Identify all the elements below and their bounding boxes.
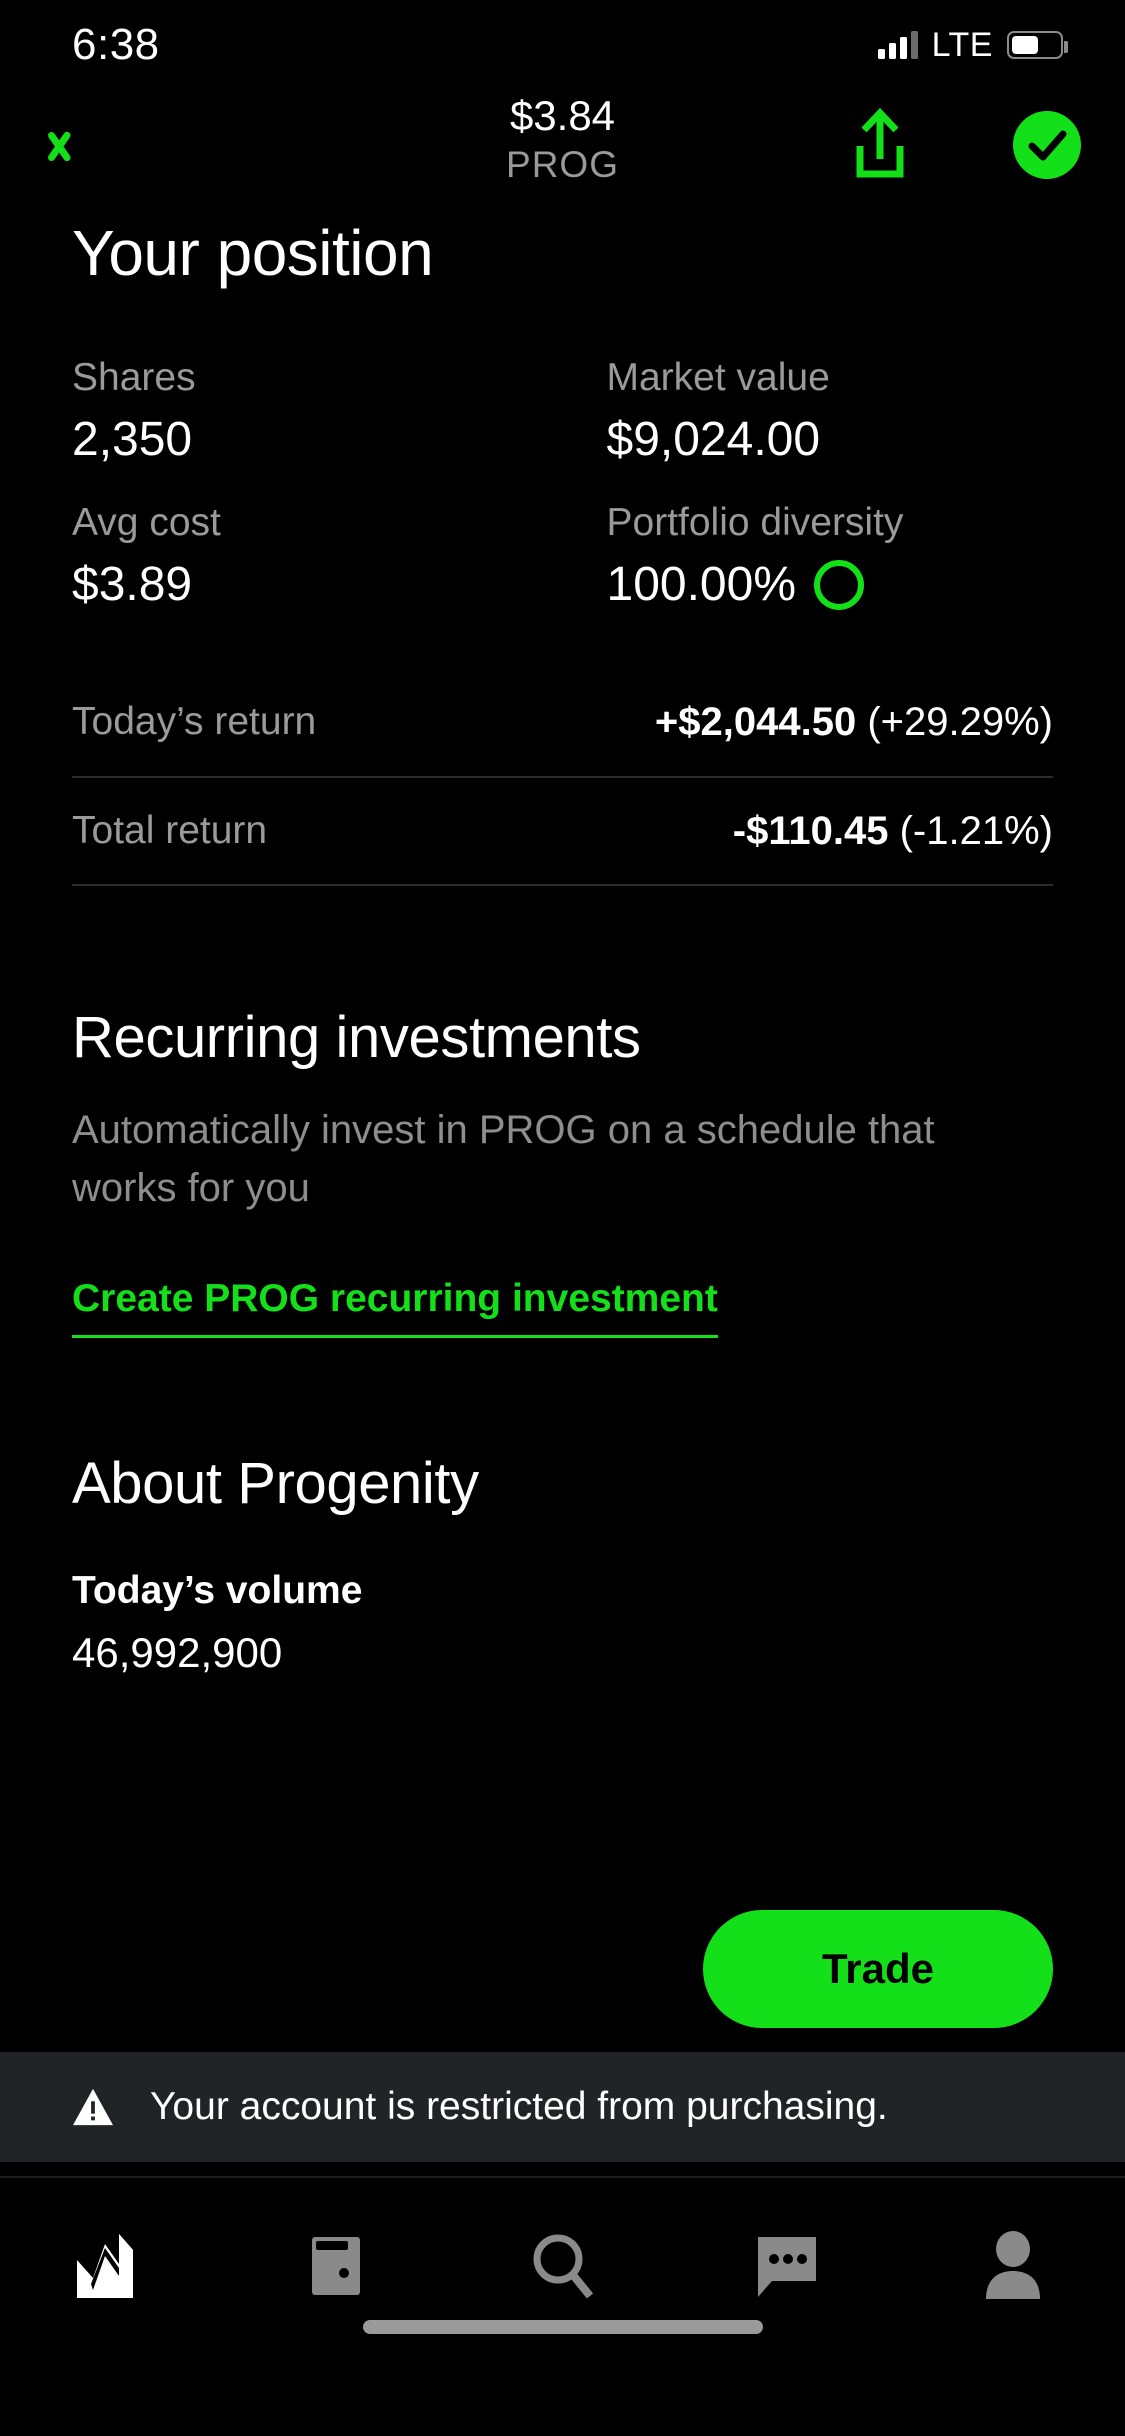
main-content: Your position Shares 2,350 Market value … xyxy=(0,190,1125,1677)
verified-status-button[interactable] xyxy=(1010,108,1084,182)
status-bar: 6:38 LTE xyxy=(0,0,1125,90)
volume-block: Today’s volume 46,992,900 xyxy=(72,1569,362,1677)
back-button[interactable] xyxy=(38,100,124,186)
stat-value: $3.89 xyxy=(72,558,193,611)
page-title: Your position xyxy=(72,217,434,289)
stat-label: Portfolio diversity xyxy=(606,501,904,544)
return-percent: (-1.21%) xyxy=(899,808,1053,853)
return-label: Total return xyxy=(72,809,268,852)
home-indicator xyxy=(362,2320,763,2334)
message-bubble-icon xyxy=(757,2237,816,2297)
status-indicators: LTE xyxy=(877,25,1068,65)
return-value: +$2,044.50 (+29.29%) xyxy=(655,700,1053,745)
stat-value: 100.00% xyxy=(606,558,797,611)
tab-investing[interactable] xyxy=(0,2176,225,2356)
check-circle-icon xyxy=(1013,111,1081,179)
section-title: About Progenity xyxy=(72,1451,479,1516)
banner-text: Your account is restricted from purchasi… xyxy=(150,2085,888,2128)
stat-label: Shares xyxy=(72,356,196,399)
phone-screen: 6:38 LTE $3.84 PROG Your position Shares… xyxy=(0,0,1125,2436)
return-amount: +$2,044.50 xyxy=(654,699,857,744)
signal-bars-icon xyxy=(877,31,918,59)
share-button[interactable] xyxy=(840,104,920,184)
network-type-label: LTE xyxy=(931,25,993,64)
tab-account[interactable] xyxy=(900,2176,1125,2356)
stat-value: 2,350 xyxy=(72,413,193,466)
stat-label: Avg cost xyxy=(72,501,221,544)
volume-row: Today’s volume 46,992,900 xyxy=(72,1569,1053,1677)
recurring-investments-section: Recurring investments Automatically inve… xyxy=(72,1004,1053,1338)
stat-shares: Shares 2,350 xyxy=(72,356,563,467)
status-time: 6:38 xyxy=(72,20,160,69)
nav-title: $3.84 PROG xyxy=(506,92,619,186)
volume-value: 46,992,900 xyxy=(72,1629,283,1676)
bottom-tab-bar xyxy=(0,2176,1125,2356)
return-amount: -$110.45 xyxy=(732,808,889,853)
battery-icon xyxy=(1007,31,1068,59)
table-row: Total return -$110.45 (-1.21%) xyxy=(72,776,1053,884)
chevron-left-icon xyxy=(66,117,96,169)
stock-ticker: PROG xyxy=(506,144,619,186)
stock-chart-icon xyxy=(76,2234,133,2298)
return-label: Today’s return xyxy=(72,700,317,743)
return-value: -$110.45 (-1.21%) xyxy=(733,809,1053,854)
section-title: Recurring investments xyxy=(72,1005,641,1070)
create-recurring-investment-link[interactable]: Create PROG recurring investment xyxy=(72,1277,718,1338)
position-stats-grid: Shares 2,350 Market value $9,024.00 Avg … xyxy=(72,356,1053,612)
navigation-bar: $3.84 PROG xyxy=(0,90,1125,190)
stat-label: Market value xyxy=(606,356,830,399)
stat-avg-cost: Avg cost $3.89 xyxy=(72,501,563,612)
section-description: Automatically invest in PROG on a schedu… xyxy=(72,1108,935,1210)
stat-value: $9,024.00 xyxy=(606,413,821,466)
stat-market-value: Market value $9,024.00 xyxy=(563,356,1054,467)
share-upload-icon xyxy=(856,107,904,178)
warning-triangle-icon xyxy=(73,2088,113,2126)
volume-label: Today’s volume xyxy=(72,1569,363,1612)
diversity-ring-icon xyxy=(814,559,864,610)
person-icon xyxy=(985,2231,1040,2299)
return-percent: (+29.29%) xyxy=(867,699,1053,744)
restriction-banner: Your account is restricted from purchasi… xyxy=(0,2052,1125,2162)
wallet-icon xyxy=(311,2237,360,2295)
stock-price: $3.84 xyxy=(509,92,616,139)
returns-table: Today’s return +$2,044.50 (+29.29%) Tota… xyxy=(72,668,1053,886)
stat-value-row: 100.00% xyxy=(607,557,1054,612)
trade-button[interactable]: Trade xyxy=(703,1910,1053,2028)
about-section: About Progenity Today’s volume 46,992,90… xyxy=(72,1450,1053,1677)
table-row: Today’s return +$2,044.50 (+29.29%) xyxy=(72,668,1053,776)
search-icon xyxy=(533,2234,593,2299)
stat-portfolio-diversity: Portfolio diversity 100.00% xyxy=(563,501,1054,612)
